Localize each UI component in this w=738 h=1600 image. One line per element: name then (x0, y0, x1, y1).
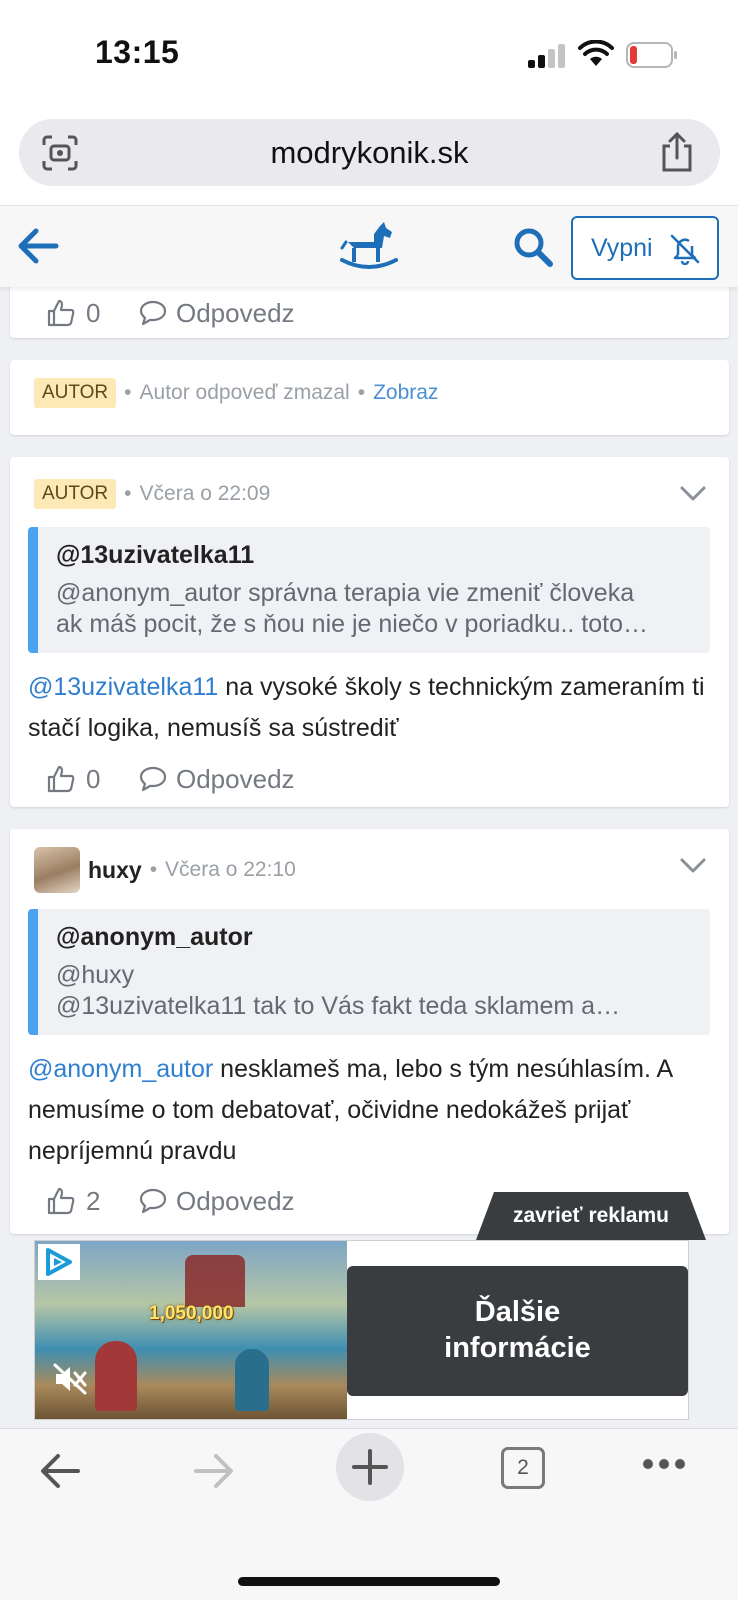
deleted-comment-card: AUTOR • Autor odpoveď zmazal • Zobraz (10, 360, 729, 435)
reply-bubble-icon[interactable] (138, 765, 168, 793)
like-count: 2 (86, 1185, 101, 1216)
comment-username[interactable]: huxy (88, 857, 142, 884)
comment-card: 0 Odpovedz (10, 287, 729, 338)
user-mention[interactable]: @13uzivatelka11 (28, 673, 218, 701)
close-ad-button[interactable]: zavrieť reklamu (476, 1192, 706, 1240)
comment-actions: 0 Odpovedz (46, 293, 295, 333)
comment-card: AUTOR • Včera o 22:09 @13uzivatelka11 @a… (10, 457, 729, 807)
rocking-horse-logo-icon[interactable] (340, 218, 398, 274)
search-icon[interactable] (512, 226, 554, 268)
quote-text-line: ak máš pocit, že s ňou nie je niečo v po… (56, 610, 648, 638)
comment-meta: huxy • Včera o 22:10 (34, 847, 296, 893)
reply-bubble-icon[interactable] (138, 299, 168, 327)
plus-icon (352, 1449, 388, 1485)
comment-text: @13uzivatelka11 na vysoké školy s techni… (28, 667, 718, 749)
reply-button[interactable]: Odpovedz (176, 298, 295, 329)
comment-text: @anonym_autor nesklameš ma, lebo s tým n… (28, 1049, 718, 1172)
address-bar[interactable]: modrykonik.sk (19, 119, 720, 186)
url-text: modrykonik.sk (270, 135, 469, 170)
ad-banner[interactable]: 1,050,000 Ďalšie informácie (34, 1240, 689, 1420)
quoted-user: @13uzivatelka11 (56, 541, 255, 569)
chevron-down-icon[interactable] (679, 857, 707, 875)
author-badge: AUTOR (34, 378, 117, 408)
show-deleted-link[interactable]: Zobraz (373, 381, 438, 405)
user-mention[interactable]: @anonym_autor (28, 1055, 213, 1083)
like-icon[interactable] (46, 764, 76, 794)
wifi-icon (578, 40, 614, 66)
bell-off-icon (670, 234, 700, 265)
ad-choices-icon[interactable] (38, 1244, 80, 1280)
site-header: Vypni (0, 205, 738, 287)
ad-amount-text: 1,050,000 (149, 1303, 234, 1324)
comment-time: Včera o 22:10 (165, 858, 296, 881)
status-time: 13:15 (95, 34, 180, 70)
chevron-down-icon[interactable] (679, 485, 707, 503)
quote-text-line: @huxy (56, 961, 135, 989)
avatar[interactable] (34, 847, 80, 893)
muted-speaker-icon[interactable] (53, 1363, 87, 1395)
more-menu-icon[interactable] (642, 1457, 686, 1471)
like-icon[interactable] (46, 298, 76, 328)
quote-text-line: @13uzivatelka11 tak to Vás fakt teda skl… (56, 992, 621, 1020)
quote-text-line: @anonym_autor správna terapia vie zmeniť… (56, 579, 635, 607)
back-arrow-icon[interactable] (16, 226, 60, 266)
quoted-comment[interactable]: @13uzivatelka11 @anonym_autor správna te… (28, 527, 710, 653)
cellular-signal-icon (528, 44, 565, 68)
reply-button[interactable]: Odpovedz (176, 1186, 295, 1217)
like-count: 0 (86, 763, 101, 794)
status-bar: 13:15 (0, 0, 738, 110)
like-count: 0 (86, 297, 101, 328)
quoted-comment[interactable]: @anonym_autor @huxy @13uzivatelka11 tak … (28, 909, 710, 1035)
tabs-count-button[interactable]: 2 (501, 1447, 545, 1489)
quoted-user: @anonym_autor (56, 923, 253, 951)
browser-toolbar: 2 (0, 1428, 738, 1600)
comment-meta: AUTOR • Včera o 22:09 (34, 479, 270, 509)
new-tab-button[interactable] (336, 1433, 404, 1501)
reply-bubble-icon[interactable] (138, 1187, 168, 1215)
ad-image[interactable]: 1,050,000 (35, 1241, 347, 1419)
browser-forward-icon[interactable] (192, 1451, 236, 1491)
like-icon[interactable] (46, 1186, 76, 1216)
browser-back-icon[interactable] (38, 1451, 82, 1491)
comment-meta: AUTOR • Autor odpoveď zmazal • Zobraz (34, 378, 438, 408)
comment-actions: 2 Odpovedz (46, 1181, 295, 1221)
notifications-off-label: Vypni (591, 234, 653, 262)
home-indicator (238, 1577, 500, 1586)
deleted-text: Autor odpoveď zmazal (139, 381, 350, 404)
author-badge: AUTOR (34, 479, 117, 509)
battery-icon (626, 42, 677, 68)
comment-actions: 0 Odpovedz (46, 759, 295, 799)
notifications-off-button[interactable]: Vypni (571, 216, 719, 280)
ad-more-info-button[interactable]: Ďalšie informácie (347, 1266, 688, 1396)
comment-card: huxy • Včera o 22:10 @anonym_autor @huxy… (10, 829, 729, 1234)
share-icon[interactable] (660, 132, 694, 172)
reply-button[interactable]: Odpovedz (176, 764, 295, 795)
comment-time: Včera o 22:09 (139, 482, 271, 505)
